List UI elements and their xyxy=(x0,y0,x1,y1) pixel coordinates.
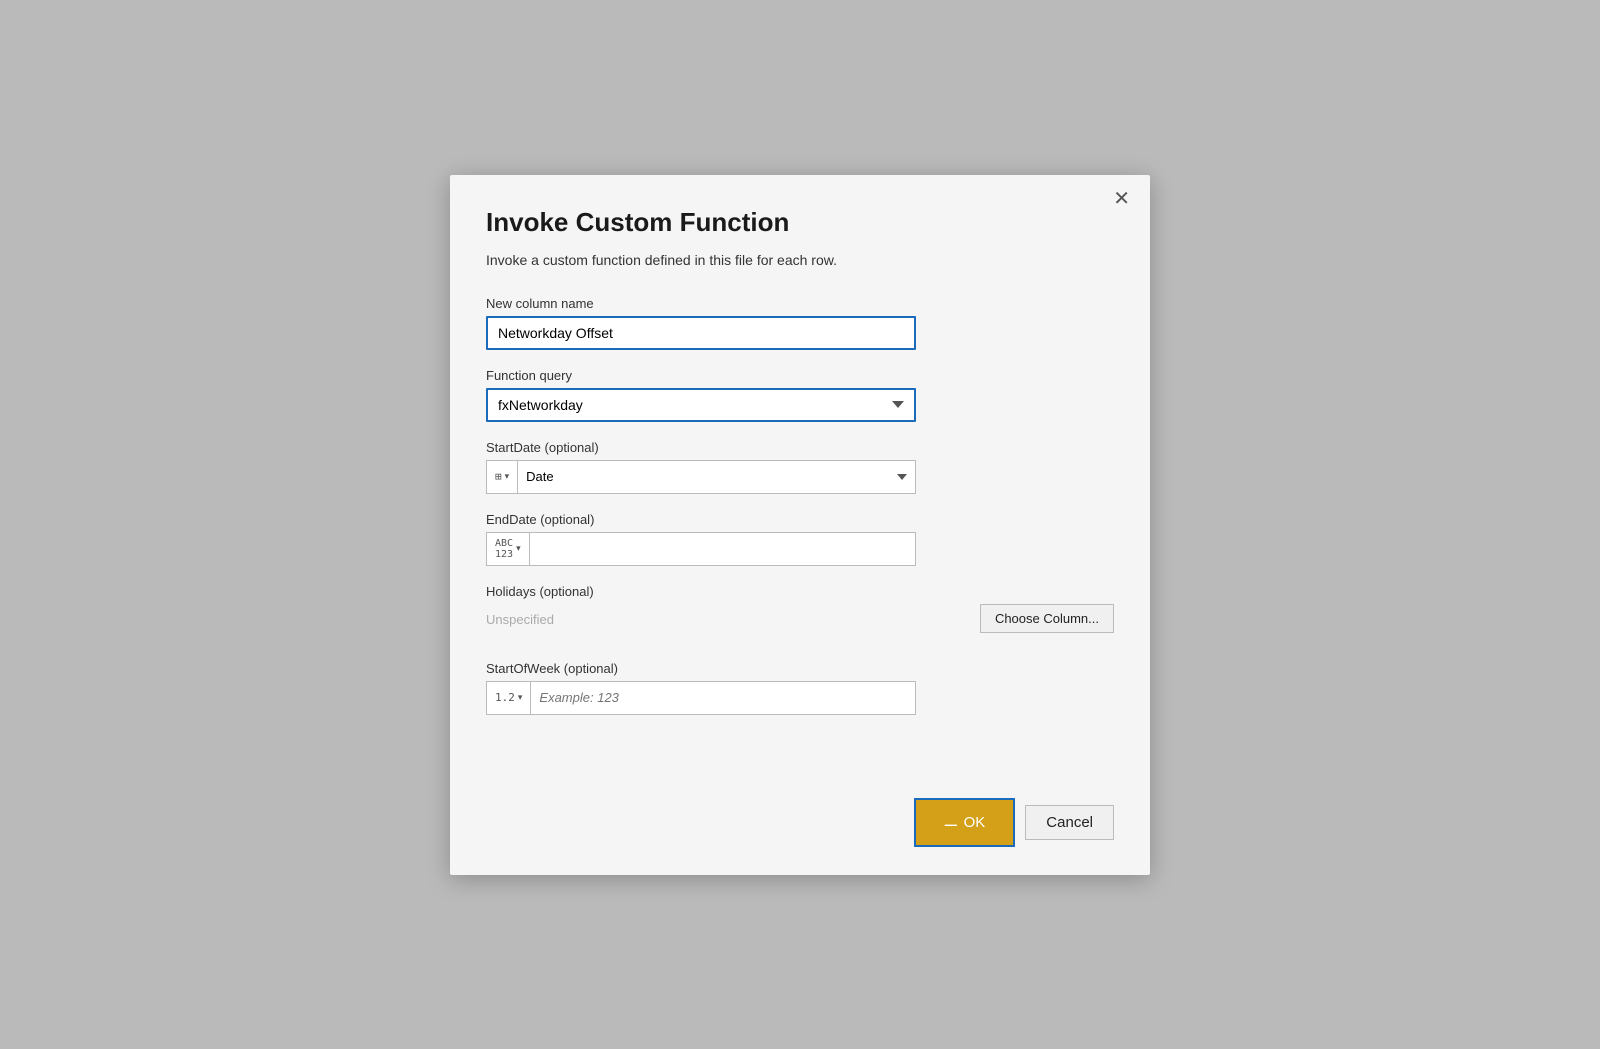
new-column-name-input[interactable] xyxy=(486,316,916,350)
close-button[interactable]: ✕ xyxy=(1107,187,1136,211)
start-date-select[interactable]: Date xyxy=(517,460,916,494)
end-date-group: EndDate (optional) ABC123 ▾ xyxy=(486,512,1114,566)
start-of-week-type-chevron: ▾ xyxy=(518,692,523,703)
dialog-title: Invoke Custom Function xyxy=(486,207,1114,238)
new-column-name-group: New column name xyxy=(486,296,1114,350)
dialog-subtitle: Invoke a custom function defined in this… xyxy=(486,252,1114,268)
choose-column-button[interactable]: Choose Column... xyxy=(980,604,1114,633)
function-query-group: Function query fxNetworkday xyxy=(486,368,1114,422)
function-query-select[interactable]: fxNetworkday xyxy=(486,388,916,422)
start-date-label: StartDate (optional) xyxy=(486,440,1114,455)
end-date-type-button[interactable]: ABC123 ▾ xyxy=(486,532,529,566)
ok-button[interactable]: 𝍠 OK xyxy=(914,798,1016,847)
abc-123-icon: ABC123 xyxy=(495,538,513,560)
invoke-custom-function-dialog: ✕ Invoke Custom Function Invoke a custom… xyxy=(450,175,1150,875)
start-of-week-group: StartOfWeek (optional) 1.2 ▾ xyxy=(486,661,1114,715)
start-of-week-input-group: 1.2 ▾ xyxy=(486,681,916,715)
cancel-button[interactable]: Cancel xyxy=(1025,805,1114,840)
ok-label: OK xyxy=(964,814,986,831)
start-date-input-group: ⊞ ▾ Date xyxy=(486,460,916,494)
function-query-label: Function query xyxy=(486,368,1114,383)
dialog-footer: 𝍠 OK Cancel xyxy=(486,768,1114,847)
end-date-label: EndDate (optional) xyxy=(486,512,1114,527)
start-date-type-button[interactable]: ⊞ ▾ xyxy=(486,460,517,494)
dialog-overlay: ✕ Invoke Custom Function Invoke a custom… xyxy=(0,0,1600,1049)
start-date-type-chevron: ▾ xyxy=(505,471,510,482)
table-icon: ⊞ xyxy=(495,470,502,483)
start-of-week-input[interactable] xyxy=(530,681,916,715)
holidays-unspecified-text: Unspecified xyxy=(486,612,554,627)
holidays-group: Holidays (optional) Unspecified Choose C… xyxy=(486,584,1114,633)
start-date-group: StartDate (optional) ⊞ ▾ Date xyxy=(486,440,1114,494)
start-of-week-label: StartOfWeek (optional) xyxy=(486,661,1114,676)
end-date-type-chevron: ▾ xyxy=(516,543,521,554)
cursor-icon: 𝍠 xyxy=(944,808,958,837)
start-of-week-type-button[interactable]: 1.2 ▾ xyxy=(486,681,530,715)
number-icon: 1.2 xyxy=(495,691,515,704)
end-date-input[interactable] xyxy=(529,532,916,566)
holidays-label: Holidays (optional) xyxy=(486,584,1114,599)
end-date-input-group: ABC123 ▾ xyxy=(486,532,916,566)
new-column-name-label: New column name xyxy=(486,296,1114,311)
